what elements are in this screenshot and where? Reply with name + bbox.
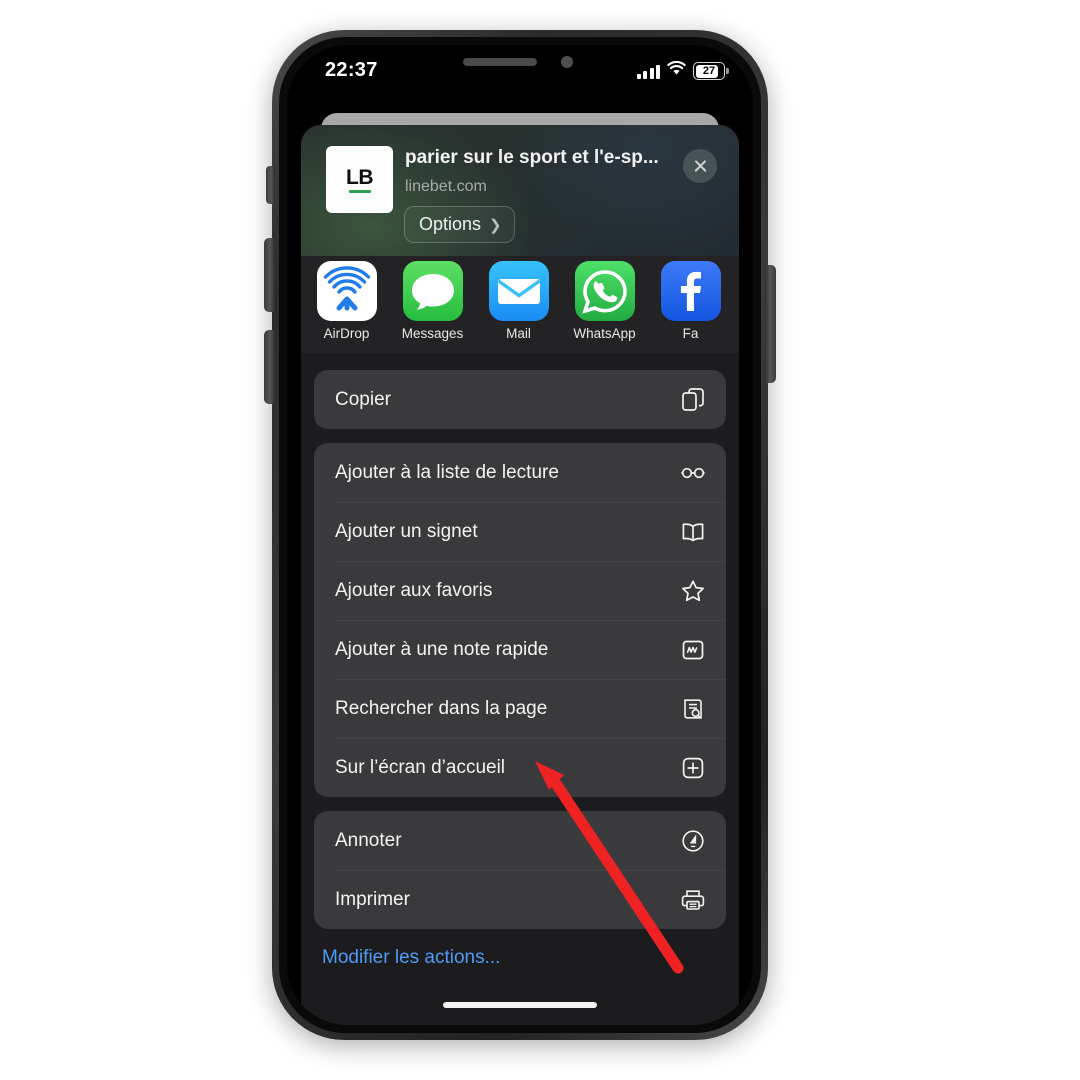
share-target-messages[interactable]: Messages (400, 261, 465, 341)
share-target-label: AirDrop (323, 326, 370, 341)
copy-icon (680, 387, 706, 413)
share-target-label: Messages (401, 326, 464, 341)
menu-item-label: Ajouter aux favoris (335, 579, 493, 601)
share-target-mail[interactable]: Mail (486, 261, 551, 341)
airdrop-icon (316, 261, 377, 321)
share-target-label: Mail (506, 326, 531, 341)
share-target-whatsapp[interactable]: WhatsApp (572, 261, 637, 341)
earpiece-speaker (463, 58, 537, 66)
mute-switch-button[interactable] (266, 166, 275, 204)
add-to-home-screen-icon (680, 755, 706, 781)
page-url: linebet.com (405, 178, 487, 195)
site-thumbnail-text: LB (346, 165, 374, 189)
site-thumbnail-accent (348, 189, 371, 193)
menu-item-label: Ajouter à la liste de lecture (335, 461, 559, 483)
volume-down-button[interactable] (264, 330, 275, 404)
action-group-markup-print: Annoter Imprimer (314, 811, 726, 929)
front-camera (561, 56, 573, 68)
facebook-icon (660, 261, 721, 321)
menu-item-copier[interactable]: Copier (314, 370, 726, 429)
menu-item-find-in-page[interactable]: Rechercher dans la page (314, 679, 726, 738)
menu-item-add-to-home-screen[interactable]: Sur l’écran d’accueil (314, 738, 726, 797)
options-button[interactable]: Options ❯ (404, 206, 515, 243)
battery-level: 27 (702, 64, 716, 77)
menu-item-label: Sur l’écran d’accueil (335, 756, 506, 778)
notch (413, 45, 627, 79)
messages-icon (402, 261, 463, 321)
power-button[interactable] (765, 265, 776, 383)
star-icon (680, 578, 706, 604)
share-target-airdrop[interactable]: AirDrop (314, 261, 379, 341)
screenshot-root: 22:37 27 LB parier sur le sport et l'e-s… (0, 0, 1080, 1080)
status-time: 22:37 (325, 59, 378, 81)
find-in-page-icon (680, 696, 706, 722)
menu-item-label: Copier (335, 388, 391, 410)
close-button[interactable] (683, 149, 717, 183)
home-indicator[interactable] (443, 1002, 597, 1008)
mail-icon (488, 261, 549, 321)
menu-item-add-bookmark[interactable]: Ajouter un signet (314, 502, 726, 561)
menu-item-label: Ajouter à une note rapide (335, 638, 549, 660)
edit-actions-link[interactable]: Modifier les actions... (301, 943, 739, 969)
menu-item-reading-list[interactable]: Ajouter à la liste de lecture (314, 443, 726, 502)
close-icon (693, 159, 708, 174)
wifi-icon (667, 60, 686, 81)
page-title: parier sur le sport et l'e-sp... (405, 147, 659, 168)
menu-item-quick-note[interactable]: Ajouter à une note rapide (314, 620, 726, 679)
markup-pen-icon (680, 828, 706, 854)
options-button-label: Options (419, 214, 482, 234)
printer-icon (680, 887, 706, 913)
status-indicators: 27 (636, 60, 729, 81)
menu-item-annotate[interactable]: Annoter (314, 811, 726, 870)
action-group-safari: Ajouter à la liste de lecture Ajouter un… (314, 443, 726, 797)
book-icon (680, 519, 706, 545)
share-target-facebook[interactable]: Fa (658, 261, 723, 341)
share-sheet-header: LB parier sur le sport et l'e-sp... line… (301, 125, 739, 256)
menu-item-label: Imprimer (335, 888, 410, 910)
whatsapp-icon (574, 261, 635, 321)
glasses-icon (680, 460, 706, 486)
volume-up-button[interactable] (264, 238, 275, 312)
share-target-label: Fa (682, 326, 699, 341)
menu-item-label: Rechercher dans la page (335, 697, 548, 719)
menu-item-label: Ajouter un signet (335, 520, 478, 542)
action-group-copy: Copier (314, 370, 726, 429)
menu-item-label: Annoter (335, 829, 402, 851)
chevron-right-icon: ❯ (489, 216, 502, 234)
site-thumbnail: LB (326, 146, 393, 213)
share-sheet: LB parier sur le sport et l'e-sp... line… (301, 125, 739, 1025)
cellular-signal-icon (636, 64, 660, 79)
menu-item-print[interactable]: Imprimer (314, 870, 726, 929)
menu-item-add-favorite[interactable]: Ajouter aux favoris (314, 561, 726, 620)
share-target-label: WhatsApp (573, 326, 636, 341)
share-targets-row[interactable]: AirDrop Messages Mail WhatsApp Fa (301, 256, 739, 353)
quick-note-icon (680, 637, 706, 663)
battery-icon: 27 (693, 62, 729, 80)
phone-screen: 22:37 27 LB parier sur le sport et l'e-s… (287, 45, 753, 1025)
